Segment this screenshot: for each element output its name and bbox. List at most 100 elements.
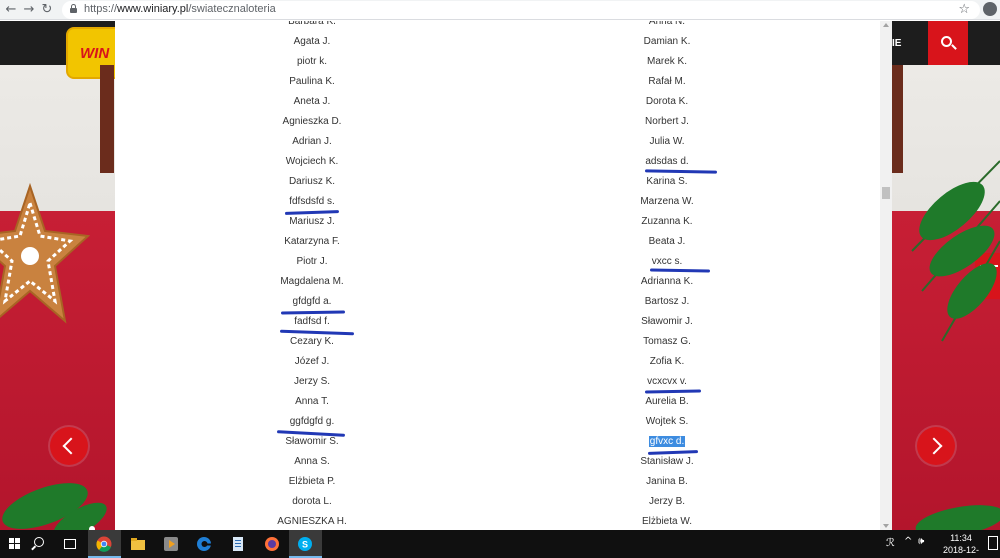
address-bar[interactable]: https://www.winiary.pl/swiatecznaloteria… [62, 1, 980, 19]
winner-name-text: Elżbieta P. [288, 476, 336, 487]
winner-name: fadfsd f. [212, 312, 412, 332]
task-view-button[interactable] [54, 530, 87, 558]
winner-name: Anna T. [212, 392, 412, 412]
winner-name: Beata J. [567, 232, 767, 252]
winner-name-text: Marzena W. [640, 196, 694, 207]
winner-name: Elżbieta W. [567, 512, 767, 530]
winner-name-text: Piotr J. [296, 256, 328, 267]
winner-name-text: Zofia K. [649, 356, 685, 367]
winner-name-text: Damian K. [643, 36, 691, 47]
taskbar-skype[interactable]: S [289, 530, 322, 558]
nav-menu-fragment[interactable]: IE [892, 38, 901, 49]
winner-name: ggfdgfd g. [212, 412, 412, 432]
winner-name: fdfsdsfd s. [212, 192, 412, 212]
winner-name: Piotr J. [212, 252, 412, 272]
people-icon[interactable]: ℛ [886, 536, 895, 549]
winner-name: Zofia K. [567, 352, 767, 372]
fir-branch-decoration-right [911, 160, 1000, 342]
taskbar-search-button[interactable] [23, 530, 56, 558]
winner-name-text: Magdalena M. [280, 276, 344, 287]
winner-name-text: Janina B. [646, 476, 688, 487]
taskbar-edge[interactable] [188, 530, 221, 558]
scroll-up-arrow-icon[interactable] [883, 23, 889, 27]
winner-name-text: fdfsdsfd s. [289, 196, 335, 207]
winners-list-panel: Barbara K. Agata J. piotr k. Paulina K. Anet… [115, 21, 892, 530]
skype-icon: S [298, 537, 312, 551]
winner-name-text: Julia W. [649, 136, 685, 147]
profile-avatar-icon[interactable] [983, 2, 997, 16]
folder-icon [131, 538, 145, 550]
back-button[interactable]: ← [2, 1, 20, 19]
winner-name: Tomasz G. [567, 332, 767, 352]
winner-name: Stanisław J. [567, 452, 767, 472]
taskbar-file-explorer[interactable] [122, 530, 155, 558]
taskbar-firefox[interactable] [256, 530, 289, 558]
scroll-down-arrow-icon[interactable] [883, 524, 889, 528]
winner-name-text: Agata J. [293, 36, 331, 47]
winner-name: gfdgfd a. [212, 292, 412, 312]
clock-date: 2018-12-02 [942, 545, 980, 558]
winner-name-text: Karina S. [646, 176, 688, 187]
winner-name-text: Bartosz J. [644, 296, 690, 307]
winner-name-text: Sławomir S. [285, 436, 339, 447]
winners-column-left: Barbara K. Agata J. piotr k. Paulina K. Anet… [212, 21, 412, 530]
winner-name-text: dorota L. [292, 496, 332, 507]
winner-name: Adrian J. [212, 132, 412, 152]
winner-name: Marzena W. [567, 192, 767, 212]
url-scheme: https:// [84, 3, 118, 15]
winner-name-text: Cezary K. [290, 336, 334, 347]
panel-scrollbar[interactable] [880, 21, 892, 530]
winner-name-text: Zuzanna K. [641, 216, 693, 227]
winner-name: Wojtek S. [567, 412, 767, 432]
winner-name-text: gfvxc d. [648, 436, 686, 447]
carousel-next-button[interactable] [917, 427, 955, 465]
winner-name: Dorota K. [567, 92, 767, 112]
winner-name-text: Elżbieta W. [641, 516, 693, 527]
windows-logo-icon [9, 538, 21, 550]
winner-name: Jerzy B. [567, 492, 767, 512]
winner-name-text: Józef J. [294, 356, 330, 367]
media-player-icon [164, 537, 178, 551]
winner-name: Dariusz K. [212, 172, 412, 192]
bookmark-star-icon[interactable]: ☆ [958, 2, 970, 17]
carousel-prev-button[interactable] [50, 427, 88, 465]
taskbar-clock[interactable]: 11:34 2018-12-02 [938, 532, 984, 558]
url-host: www.winiary.pl [117, 3, 189, 15]
url-text[interactable]: https://www.winiary.pl/swiatecznaloteria [84, 3, 276, 15]
winner-name-text: Aurelia B. [645, 396, 689, 407]
winner-name-text: Katarzyna F. [284, 236, 340, 247]
winner-name-text: Paulina K. [289, 76, 335, 87]
clock-time: 11:34 [950, 533, 972, 543]
notifications-icon[interactable] [988, 536, 998, 550]
winner-name: Barbara K. [212, 21, 412, 32]
winner-name: Bartosz J. [567, 292, 767, 312]
winner-name: Damian K. [567, 32, 767, 52]
winner-name-text: Jerzy S. [293, 376, 331, 387]
winner-name: Anna N. [567, 21, 767, 32]
svg-text:S: S [302, 540, 308, 550]
winner-name-text: Rafał M. [648, 76, 686, 87]
winner-name: Marek K. [567, 52, 767, 72]
forward-button[interactable]: → [20, 1, 38, 19]
reload-button[interactable]: ↻ [38, 1, 56, 19]
taskbar-notepad[interactable] [222, 530, 255, 558]
task-view-icon [64, 539, 76, 549]
winner-name: Jerzy S. [212, 372, 412, 392]
winner-name-text: Mariusz J. [289, 216, 335, 227]
winner-name: Aurelia B. [567, 392, 767, 412]
winner-name: Karina S. [567, 172, 767, 192]
winner-name-text: vcxcvx v. [647, 376, 687, 387]
scroll-thumb[interactable] [882, 187, 890, 199]
taskbar-chrome[interactable] [88, 530, 121, 558]
firefox-icon [265, 537, 279, 551]
winner-name: Aneta J. [212, 92, 412, 112]
winner-name-text: vxcc s. [651, 256, 683, 267]
winner-name-text: ggfdgfd g. [289, 416, 335, 427]
site-search-button[interactable] [928, 21, 968, 65]
winner-name: Magdalena M. [212, 272, 412, 292]
volume-icon[interactable]: 🕪 [918, 536, 924, 547]
browser-toolbar: ← → ↻ https://www.winiary.pl/swiatecznal… [0, 0, 1000, 20]
taskbar-media-player[interactable] [155, 530, 188, 558]
tray-chevron-icon[interactable]: ^ [904, 536, 912, 547]
winner-name-text: Norbert J. [645, 116, 689, 127]
